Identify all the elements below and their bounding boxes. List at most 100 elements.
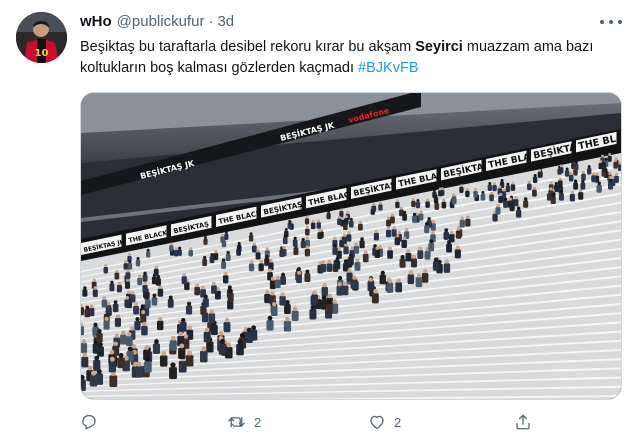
spectator-head xyxy=(130,290,135,295)
spectator xyxy=(415,201,421,209)
spectator-head xyxy=(126,269,130,273)
display-name[interactable]: wHo xyxy=(80,13,112,30)
spectator-head xyxy=(426,198,430,202)
spectator xyxy=(367,281,375,292)
spectator-head xyxy=(388,246,392,251)
spectator-head xyxy=(136,361,142,367)
spectator xyxy=(81,343,88,353)
spectator xyxy=(248,263,255,272)
user-handle[interactable]: @publickufur xyxy=(117,13,205,30)
spectator-head xyxy=(182,272,186,277)
spectator-head xyxy=(395,199,399,202)
spectator xyxy=(220,236,225,243)
spectator-head xyxy=(212,281,216,286)
spectator xyxy=(140,313,147,323)
spectator xyxy=(362,253,369,263)
spectator xyxy=(293,247,299,256)
spectator xyxy=(93,360,101,371)
spectator xyxy=(169,340,177,351)
spectator xyxy=(283,320,292,332)
spectator xyxy=(574,163,579,171)
spectator-head xyxy=(138,274,142,279)
spectator xyxy=(558,193,564,201)
spectator-head xyxy=(83,286,87,290)
spectator xyxy=(386,282,394,293)
spectator-head xyxy=(333,243,337,248)
spectator xyxy=(480,193,486,201)
tweet-timestamp[interactable]: 3d xyxy=(217,13,234,30)
spectator xyxy=(133,305,139,315)
spectator-head xyxy=(224,317,230,323)
spectator xyxy=(596,184,602,193)
spectator xyxy=(395,282,403,293)
spectator xyxy=(608,181,614,190)
spectator xyxy=(206,341,214,353)
spectator-head xyxy=(201,285,205,290)
spectator-head xyxy=(93,286,97,290)
spectator-head xyxy=(305,245,310,250)
spectator-head xyxy=(380,270,385,276)
tweet-actions: 2 2 xyxy=(80,410,550,434)
spectator-head xyxy=(154,339,159,344)
spectator xyxy=(146,251,151,258)
spectator-head xyxy=(322,282,327,288)
spectator-head xyxy=(569,171,573,175)
spectator-head xyxy=(474,188,477,191)
spectator-head xyxy=(347,268,352,273)
retweet-button[interactable]: 2 xyxy=(227,410,261,434)
spectator xyxy=(516,209,522,218)
spectator-head xyxy=(571,160,575,164)
spectator xyxy=(101,299,108,308)
spectator-head xyxy=(570,190,575,195)
spectator-head xyxy=(141,310,146,315)
spectator-head xyxy=(214,250,218,254)
spectator xyxy=(97,346,104,357)
spectator-head xyxy=(608,171,612,175)
tweet-card[interactable]: 10 wHo @publickufur · 3d Beşiktaş bu tar… xyxy=(0,0,640,445)
spectator xyxy=(359,240,365,249)
spectator xyxy=(114,272,120,280)
spectator-head xyxy=(89,304,94,309)
spectator xyxy=(127,262,133,270)
hashtag-link[interactable]: #BJKvFB xyxy=(358,60,418,76)
spectator-head xyxy=(392,226,396,230)
spectator-head xyxy=(527,180,531,184)
share-button[interactable] xyxy=(514,410,532,434)
spectator-head xyxy=(90,370,97,376)
spectator xyxy=(428,242,435,252)
spectator xyxy=(507,200,513,208)
spectator xyxy=(495,207,501,215)
spectator xyxy=(270,305,278,316)
spectator-head xyxy=(502,188,506,192)
spectator xyxy=(109,375,118,388)
tweet-media-image[interactable]: BEŞİKTAŞ JK BEŞİKTAŞ JK vodafone BEŞİKTA… xyxy=(80,92,622,400)
spectator-head xyxy=(128,260,132,264)
spectator xyxy=(309,309,317,320)
spectator xyxy=(415,277,423,288)
spectator-head xyxy=(297,267,301,271)
spectator xyxy=(390,216,395,224)
spectator xyxy=(282,237,288,245)
spectator-head xyxy=(403,210,407,214)
spectator xyxy=(103,320,110,330)
spectator xyxy=(281,248,287,257)
spectator-head xyxy=(354,242,359,247)
spectator-head xyxy=(169,242,173,246)
spectator xyxy=(503,200,509,208)
reply-button[interactable] xyxy=(80,410,98,434)
like-button[interactable]: 2 xyxy=(368,410,401,434)
avatar[interactable]: 10 xyxy=(16,12,67,63)
spectator-head xyxy=(312,290,317,295)
spectator xyxy=(569,193,575,202)
spectator xyxy=(568,174,574,182)
spectator xyxy=(135,366,143,378)
spectator-head xyxy=(221,233,224,237)
more-options-icon[interactable] xyxy=(600,14,622,30)
spectator-head xyxy=(239,333,245,338)
spectator xyxy=(169,244,174,252)
spectator-head xyxy=(411,198,415,201)
spectator xyxy=(395,201,400,209)
spectator-head xyxy=(347,231,351,235)
spectator xyxy=(108,361,117,373)
spectator-head xyxy=(511,181,515,185)
